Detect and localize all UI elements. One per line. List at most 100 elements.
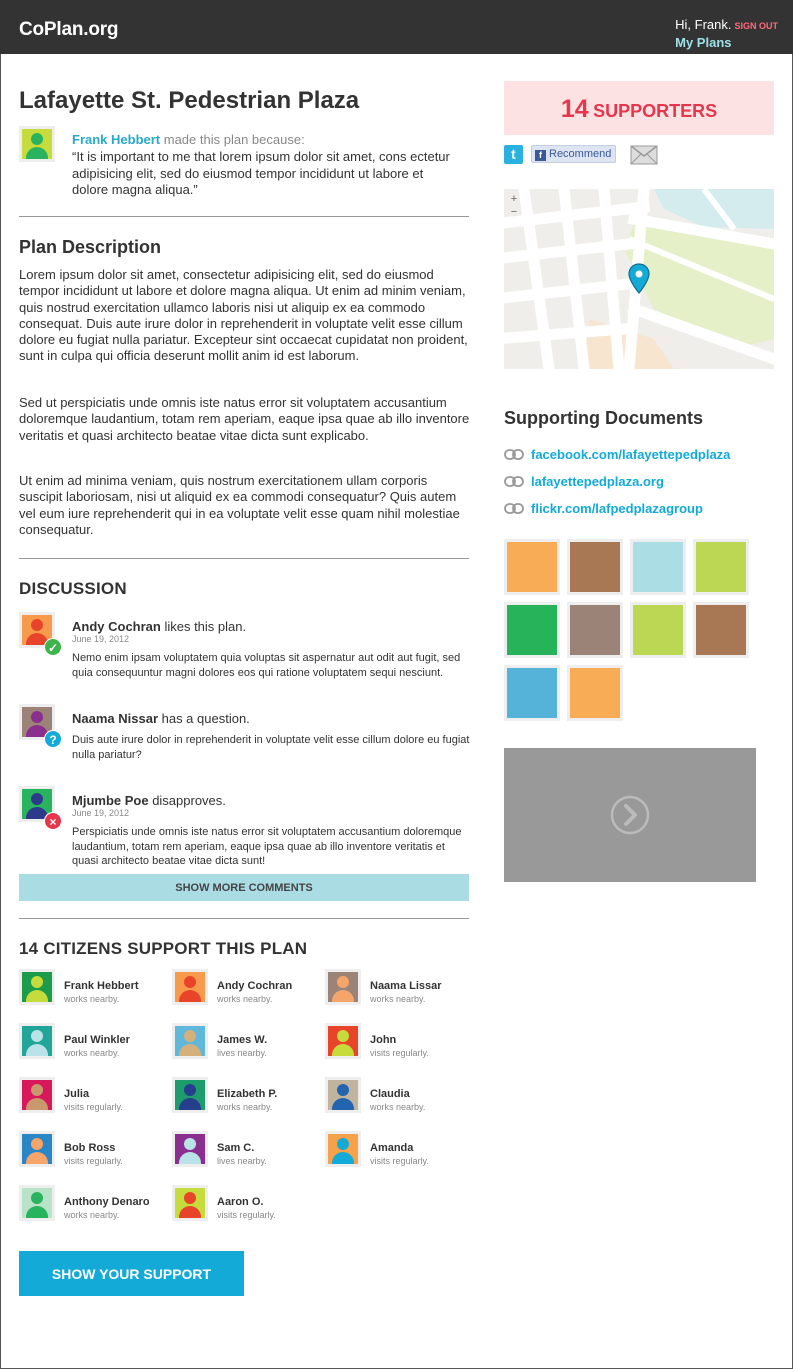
- discussion-heading: DISCUSSION: [19, 579, 127, 598]
- plan-map[interactable]: [504, 189, 774, 369]
- supporter-avatar[interactable]: [19, 1077, 55, 1113]
- document-link-text[interactable]: lafayettepedplaza.org: [531, 474, 664, 489]
- divider: [19, 918, 469, 919]
- supporter-name[interactable]: Elizabeth P.: [217, 1088, 277, 1100]
- document-link[interactable]: lafayettepedplaza.org: [504, 474, 664, 489]
- supporter-avatar[interactable]: [19, 1185, 55, 1221]
- supporter-avatar[interactable]: [172, 1131, 208, 1167]
- photo-thumbnail[interactable]: [504, 602, 560, 658]
- top-bar: CoPlan.org Hi, Frank. SIGN OUT My Plans: [0, 0, 793, 54]
- link-icon: [504, 503, 524, 514]
- comment-action: likes this plan.: [160, 619, 247, 634]
- comment-header: Naama Nissar has a question.: [72, 711, 250, 726]
- facebook-recommend-button[interactable]: f Recommend: [531, 145, 617, 163]
- supporter-relation: works nearby.: [370, 1102, 426, 1112]
- supporter-name[interactable]: Claudia: [370, 1088, 410, 1100]
- commenter-name-link[interactable]: Naama Nissar: [72, 711, 158, 726]
- supporter-avatar[interactable]: [325, 969, 361, 1005]
- supporter-relation: visits regularly.: [217, 1210, 276, 1220]
- description-paragraph: Lorem ipsum dolor sit amet, consectetur …: [19, 267, 468, 364]
- disapprove-badge-icon: ×: [44, 812, 62, 830]
- supporter-name[interactable]: Julia: [64, 1088, 89, 1100]
- supporter-name[interactable]: Frank Hebbert: [64, 980, 139, 992]
- show-your-support-button[interactable]: SHOW YOUR SUPPORT: [19, 1251, 244, 1296]
- comment-text: Duis aute irure dolor in reprehenderit i…: [72, 734, 470, 761]
- comment-action: has a question.: [158, 711, 250, 726]
- photo-thumbnail[interactable]: [693, 602, 749, 658]
- supporters-heading: 14 CITIZENS SUPPORT THIS PLAN: [19, 939, 308, 958]
- supporter-relation: works nearby.: [217, 994, 273, 1004]
- map-pin-icon[interactable]: [628, 263, 650, 295]
- supporter-avatar[interactable]: [19, 1131, 55, 1167]
- check-badge-icon: ✓: [44, 638, 62, 656]
- greeting-text: Hi, Frank.: [675, 17, 732, 32]
- my-plans-link[interactable]: My Plans: [675, 35, 778, 50]
- twitter-icon[interactable]: t: [504, 145, 523, 164]
- document-link-text[interactable]: flickr.com/lafpedplazagroup: [531, 501, 703, 516]
- supporter-avatar[interactable]: [19, 969, 55, 1005]
- supporters-label: SUPPORTERS: [593, 101, 718, 121]
- video-player[interactable]: [504, 748, 756, 882]
- photo-thumbnail[interactable]: [504, 665, 560, 721]
- supporter-name[interactable]: Paul Winkler: [64, 1034, 130, 1046]
- photo-thumbnail[interactable]: [504, 539, 560, 595]
- photo-thumbnail[interactable]: [567, 539, 623, 595]
- photo-thumbnail[interactable]: [630, 602, 686, 658]
- comment-text: Perspiciatis unde omnis iste natus error…: [72, 826, 462, 867]
- plan-title: Lafayette St. Pedestrian Plaza: [19, 87, 360, 114]
- map-zoom-out-button[interactable]: −: [509, 207, 519, 218]
- author-name-link[interactable]: Frank Hebbert: [72, 132, 160, 147]
- photo-thumbnail[interactable]: [630, 539, 686, 595]
- comment-action: disapproves.: [148, 793, 226, 808]
- photo-thumbnail[interactable]: [567, 602, 623, 658]
- document-link-text[interactable]: facebook.com/lafayettepedplaza: [531, 447, 730, 462]
- photo-thumbnail[interactable]: [693, 539, 749, 595]
- comment-text: Nemo enim ipsam voluptatem quia voluptas…: [72, 652, 461, 679]
- supporter-name[interactable]: Sam C.: [217, 1142, 254, 1154]
- author-avatar[interactable]: [19, 126, 55, 162]
- comment-header: Andy Cochran likes this plan.: [72, 619, 246, 634]
- supporter-avatar[interactable]: [325, 1131, 361, 1167]
- supporters-count-box: 14 SUPPORTERS: [504, 81, 774, 135]
- supporter-avatar[interactable]: [172, 969, 208, 1005]
- supporter-relation: works nearby.: [64, 1048, 120, 1058]
- map-zoom-in-button[interactable]: +: [509, 194, 519, 205]
- supporter-name[interactable]: Aaron O.: [217, 1196, 263, 1208]
- supporter-name[interactable]: Bob Ross: [64, 1142, 115, 1154]
- author-quote: “It is important to me that lorem ipsum …: [72, 149, 450, 197]
- facebook-icon: f: [535, 150, 546, 161]
- user-greeting: Hi, Frank. SIGN OUT My Plans: [675, 16, 778, 50]
- supporter-avatar[interactable]: [325, 1077, 361, 1113]
- sign-out-link[interactable]: SIGN OUT: [734, 21, 778, 31]
- email-icon[interactable]: [630, 145, 658, 165]
- supporter-relation: visits regularly.: [64, 1156, 123, 1166]
- supporters-count: 14: [560, 95, 589, 123]
- supporter-avatar[interactable]: [172, 1077, 208, 1113]
- play-icon[interactable]: [610, 795, 650, 835]
- show-more-comments-button[interactable]: SHOW MORE COMMENTS: [19, 874, 469, 901]
- supporter-name[interactable]: Naama Lissar: [370, 980, 442, 992]
- supporter-name[interactable]: Andy Cochran: [217, 980, 292, 992]
- supporter-name[interactable]: John: [370, 1034, 396, 1046]
- divider: [19, 216, 469, 217]
- commenter-name-link[interactable]: Mjumbe Poe: [72, 793, 149, 808]
- document-link[interactable]: flickr.com/lafpedplazagroup: [504, 501, 703, 516]
- supporter-relation: lives nearby.: [217, 1048, 267, 1058]
- supporter-avatar[interactable]: [19, 1023, 55, 1059]
- commenter-name-link[interactable]: Andy Cochran: [72, 619, 161, 634]
- supporter-name[interactable]: James W.: [217, 1034, 267, 1046]
- site-logo[interactable]: CoPlan.org: [19, 19, 119, 41]
- photo-thumbnail[interactable]: [567, 665, 623, 721]
- comment-date: June 19, 2012: [72, 808, 130, 818]
- supporter-avatar[interactable]: [325, 1023, 361, 1059]
- supporter-avatar[interactable]: [172, 1023, 208, 1059]
- link-icon: [504, 476, 524, 487]
- supporter-name[interactable]: Amanda: [370, 1142, 413, 1154]
- supporter-relation: works nearby.: [217, 1102, 273, 1112]
- supporter-name[interactable]: Anthony Denaro: [64, 1196, 150, 1208]
- supporter-relation: works nearby.: [64, 994, 120, 1004]
- comment-header: Mjumbe Poe disapproves.: [72, 793, 226, 808]
- supporter-relation: lives nearby.: [217, 1156, 267, 1166]
- supporter-avatar[interactable]: [172, 1185, 208, 1221]
- document-link[interactable]: facebook.com/lafayettepedplaza: [504, 447, 730, 462]
